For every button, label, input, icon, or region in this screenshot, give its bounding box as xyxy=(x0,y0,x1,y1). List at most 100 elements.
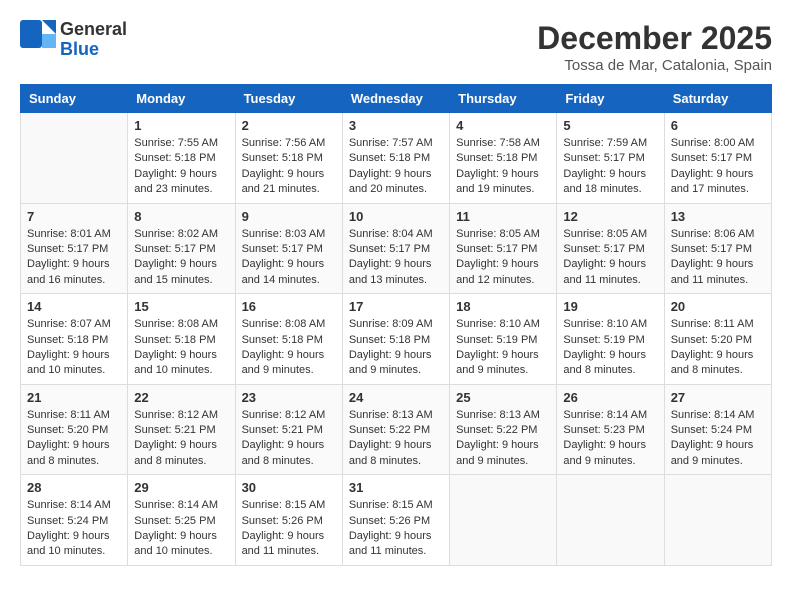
page-header: General Blue December 2025 Tossa de Mar,… xyxy=(20,20,772,74)
calendar-cell: 16 Sunrise: 8:08 AMSunset: 5:18 PMDayligh… xyxy=(235,294,342,385)
day-info: Sunrise: 7:56 AMSunset: 5:18 PMDaylight:… xyxy=(242,136,336,198)
day-info: Sunrise: 8:12 AMSunset: 5:21 PMDaylight:… xyxy=(242,408,336,470)
day-info: Sunrise: 8:14 AMSunset: 5:24 PMDaylight:… xyxy=(27,498,121,560)
day-info: Sunrise: 8:08 AMSunset: 5:18 PMDaylight:… xyxy=(242,317,336,379)
title-block: December 2025 Tossa de Mar, Catalonia, S… xyxy=(537,20,772,74)
day-info: Sunrise: 8:04 AMSunset: 5:17 PMDaylight:… xyxy=(349,227,443,289)
calendar-cell xyxy=(557,475,664,566)
day-number: 18 xyxy=(456,299,550,314)
day-number: 6 xyxy=(671,118,765,133)
day-number: 15 xyxy=(134,299,228,314)
day-number: 8 xyxy=(134,209,228,224)
logo-icon xyxy=(20,20,56,60)
logo-text: General Blue xyxy=(60,20,127,60)
day-number: 17 xyxy=(349,299,443,314)
calendar-cell: 4Sunrise: 7:58 AMSunset: 5:18 PMDaylight… xyxy=(450,113,557,204)
calendar-cell xyxy=(21,113,128,204)
day-info: Sunrise: 8:13 AMSunset: 5:22 PMDaylight:… xyxy=(349,408,443,470)
day-info: Sunrise: 8:05 AMSunset: 5:17 PMDaylight:… xyxy=(563,227,657,289)
day-info: Sunrise: 7:59 AMSunset: 5:17 PMDaylight:… xyxy=(563,136,657,198)
calendar-cell: 15 Sunrise: 8:08 AMSunset: 5:18 PMDayligh… xyxy=(128,294,235,385)
day-info: Sunrise: 7:57 AMSunset: 5:18 PMDaylight:… xyxy=(349,136,443,198)
calendar-cell: 8 Sunrise: 8:02 AMSunset: 5:17 PMDaylight… xyxy=(128,203,235,294)
calendar-cell: 17 Sunrise: 8:09 AMSunset: 5:18 PMDayligh… xyxy=(342,294,449,385)
day-number: 9 xyxy=(242,209,336,224)
day-number: 10 xyxy=(349,209,443,224)
calendar-cell: 20 Sunrise: 8:11 AMSunset: 5:20 PMDayligh… xyxy=(664,294,771,385)
month-title: December 2025 xyxy=(537,20,772,57)
header-day-monday: Monday xyxy=(128,85,235,113)
day-info: Sunrise: 8:10 AMSunset: 5:19 PMDaylight:… xyxy=(563,317,657,379)
calendar-week-5: 28 Sunrise: 8:14 AMSunset: 5:24 PMDayligh… xyxy=(21,475,772,566)
day-info: Sunrise: 8:12 AMSunset: 5:21 PMDaylight:… xyxy=(134,408,228,470)
calendar-cell: 11 Sunrise: 8:05 AMSunset: 5:17 PMDayligh… xyxy=(450,203,557,294)
calendar-cell xyxy=(450,475,557,566)
day-number: 20 xyxy=(671,299,765,314)
day-number: 23 xyxy=(242,390,336,405)
day-number: 31 xyxy=(349,480,443,495)
calendar-table: SundayMondayTuesdayWednesdayThursdayFrid… xyxy=(20,84,772,566)
calendar-cell: 27 Sunrise: 8:14 AMSunset: 5:24 PMDayligh… xyxy=(664,384,771,475)
calendar-cell: 24Sunrise: 8:13 AMSunset: 5:22 PMDayligh… xyxy=(342,384,449,475)
day-number: 11 xyxy=(456,209,550,224)
calendar-cell: 7Sunrise: 8:01 AMSunset: 5:17 PMDaylight… xyxy=(21,203,128,294)
calendar-header-row: SundayMondayTuesdayWednesdayThursdayFrid… xyxy=(21,85,772,113)
calendar-cell xyxy=(664,475,771,566)
header-day-tuesday: Tuesday xyxy=(235,85,342,113)
calendar-cell: 5 Sunrise: 7:59 AMSunset: 5:17 PMDaylight… xyxy=(557,113,664,204)
day-info: Sunrise: 8:10 AMSunset: 5:19 PMDaylight:… xyxy=(456,317,550,379)
day-info: Sunrise: 8:11 AMSunset: 5:20 PMDaylight:… xyxy=(671,317,765,379)
day-number: 27 xyxy=(671,390,765,405)
day-number: 12 xyxy=(563,209,657,224)
day-info: Sunrise: 8:05 AMSunset: 5:17 PMDaylight:… xyxy=(456,227,550,289)
calendar-week-1: 1 Sunrise: 7:55 AMSunset: 5:18 PMDaylight… xyxy=(21,113,772,204)
day-number: 14 xyxy=(27,299,121,314)
calendar-cell: 13 Sunrise: 8:06 AMSunset: 5:17 PMDayligh… xyxy=(664,203,771,294)
calendar-cell: 21Sunrise: 8:11 AMSunset: 5:20 PMDayligh… xyxy=(21,384,128,475)
calendar-cell: 14 Sunrise: 8:07 AMSunset: 5:18 PMDayligh… xyxy=(21,294,128,385)
header-day-sunday: Sunday xyxy=(21,85,128,113)
day-info: Sunrise: 8:15 AMSunset: 5:26 PMDaylight:… xyxy=(242,498,336,560)
day-number: 4 xyxy=(456,118,550,133)
header-day-thursday: Thursday xyxy=(450,85,557,113)
day-info: Sunrise: 8:01 AMSunset: 5:17 PMDaylight:… xyxy=(27,227,121,289)
day-info: Sunrise: 8:02 AMSunset: 5:17 PMDaylight:… xyxy=(134,227,228,289)
calendar-cell: 25 Sunrise: 8:13 AMSunset: 5:22 PMDayligh… xyxy=(450,384,557,475)
day-number: 16 xyxy=(242,299,336,314)
day-number: 1 xyxy=(134,118,228,133)
calendar-week-4: 21Sunrise: 8:11 AMSunset: 5:20 PMDayligh… xyxy=(21,384,772,475)
header-day-saturday: Saturday xyxy=(664,85,771,113)
day-info: Sunrise: 8:07 AMSunset: 5:18 PMDaylight:… xyxy=(27,317,121,379)
day-info: Sunrise: 8:06 AMSunset: 5:17 PMDaylight:… xyxy=(671,227,765,289)
calendar-cell: 29Sunrise: 8:14 AMSunset: 5:25 PMDayligh… xyxy=(128,475,235,566)
calendar-week-3: 14 Sunrise: 8:07 AMSunset: 5:18 PMDayligh… xyxy=(21,294,772,385)
day-info: Sunrise: 8:09 AMSunset: 5:18 PMDaylight:… xyxy=(349,317,443,379)
calendar-cell: 23 Sunrise: 8:12 AMSunset: 5:21 PMDayligh… xyxy=(235,384,342,475)
day-number: 26 xyxy=(563,390,657,405)
day-info: Sunrise: 8:14 AMSunset: 5:24 PMDaylight:… xyxy=(671,408,765,470)
day-number: 3 xyxy=(349,118,443,133)
logo: General Blue xyxy=(20,20,127,60)
day-number: 22 xyxy=(134,390,228,405)
day-number: 5 xyxy=(563,118,657,133)
day-number: 28 xyxy=(27,480,121,495)
calendar-cell: 28 Sunrise: 8:14 AMSunset: 5:24 PMDayligh… xyxy=(21,475,128,566)
calendar-week-2: 7Sunrise: 8:01 AMSunset: 5:17 PMDaylight… xyxy=(21,203,772,294)
header-day-friday: Friday xyxy=(557,85,664,113)
calendar-cell: 30Sunrise: 8:15 AMSunset: 5:26 PMDayligh… xyxy=(235,475,342,566)
calendar-cell: 3 Sunrise: 7:57 AMSunset: 5:18 PMDaylight… xyxy=(342,113,449,204)
day-number: 29 xyxy=(134,480,228,495)
calendar-cell: 22 Sunrise: 8:12 AMSunset: 5:21 PMDayligh… xyxy=(128,384,235,475)
calendar-cell: 2Sunrise: 7:56 AMSunset: 5:18 PMDaylight… xyxy=(235,113,342,204)
calendar-cell: 26Sunrise: 8:14 AMSunset: 5:23 PMDayligh… xyxy=(557,384,664,475)
calendar-cell: 19Sunrise: 8:10 AMSunset: 5:19 PMDayligh… xyxy=(557,294,664,385)
day-number: 25 xyxy=(456,390,550,405)
calendar-cell: 12 Sunrise: 8:05 AMSunset: 5:17 PMDayligh… xyxy=(557,203,664,294)
day-info: Sunrise: 7:55 AMSunset: 5:18 PMDaylight:… xyxy=(134,136,228,198)
day-number: 13 xyxy=(671,209,765,224)
day-info: Sunrise: 8:00 AMSunset: 5:17 PMDaylight:… xyxy=(671,136,765,198)
day-info: Sunrise: 8:03 AMSunset: 5:17 PMDaylight:… xyxy=(242,227,336,289)
day-info: Sunrise: 8:15 AMSunset: 5:26 PMDaylight:… xyxy=(349,498,443,560)
day-info: Sunrise: 8:13 AMSunset: 5:22 PMDaylight:… xyxy=(456,408,550,470)
day-info: Sunrise: 8:08 AMSunset: 5:18 PMDaylight:… xyxy=(134,317,228,379)
